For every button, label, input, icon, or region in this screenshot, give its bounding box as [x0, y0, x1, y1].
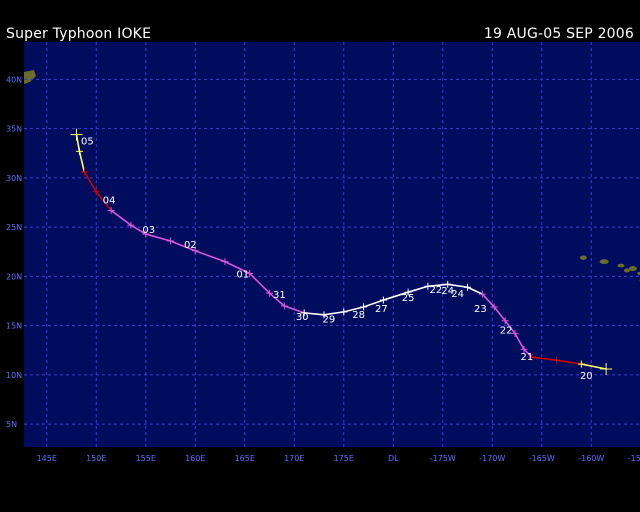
- lon-label-170E: 170E: [284, 454, 304, 463]
- hawaii-island-4: [628, 265, 637, 272]
- day-label-24: 24: [441, 286, 454, 297]
- lon-label-155E: 155E: [136, 454, 156, 463]
- lat-label-25N: 25N: [6, 223, 22, 232]
- hawaii-island-1: [599, 259, 609, 265]
- lon-label-145E: 145E: [37, 454, 57, 463]
- lon-label--175W: -175W: [430, 454, 456, 463]
- lat-label-5N: 5N: [6, 420, 17, 429]
- day-label-20: 20: [580, 371, 593, 382]
- lat-label-15N: 15N: [6, 322, 22, 331]
- day-label-22: 22: [429, 285, 442, 296]
- bottom-bar: [0, 468, 640, 512]
- day-label-02: 02: [184, 240, 197, 251]
- lon-label--165W: -165W: [529, 454, 555, 463]
- lon-label-150E: 150E: [86, 454, 106, 463]
- day-label-04: 04: [103, 196, 116, 207]
- hawaii-island-2: [617, 263, 625, 268]
- hawaii-island-0: [579, 255, 587, 260]
- lat-label-20N: 20N: [6, 272, 22, 281]
- lon-label--160W: -160W: [578, 454, 604, 463]
- ocean-background: [24, 42, 640, 447]
- day-label-22: 22: [500, 326, 513, 337]
- latitude-labels: 40N 35N 30N 25N 20N 15N 10N 5N: [6, 75, 22, 429]
- storm-title: Super Typhoon IOKE: [6, 26, 152, 42]
- day-label-30: 30: [296, 312, 309, 323]
- longitude-labels: 145E 150E 155E 160E 165E 170E 175E DL -175W -170W…: [37, 454, 640, 463]
- lat-label-40N: 40N: [6, 75, 22, 84]
- lon-label-165E: 165E: [235, 454, 255, 463]
- day-label-23: 23: [474, 304, 487, 315]
- lon-label-175E: 175E: [334, 454, 354, 463]
- day-label-25: 25: [402, 293, 415, 304]
- lat-label-35N: 35N: [6, 125, 22, 134]
- lon-label-160E: 160E: [185, 454, 205, 463]
- lon-label--170W: -170W: [479, 454, 505, 463]
- lon-label--155W: -155W: [628, 454, 640, 463]
- typhoon-track-map: Super Typhoon IOKE 19 AUG-05 SEP 2006 40…: [0, 0, 640, 512]
- lat-label-10N: 10N: [6, 371, 22, 380]
- lat-label-30N: 30N: [6, 174, 22, 183]
- map-canvas: 40N 35N 30N 25N 20N 15N 10N 5N 145E 150E 155E 160E…: [6, 42, 640, 463]
- date-range: 19 AUG-05 SEP 2006: [483, 26, 634, 42]
- day-label-05: 05: [81, 136, 94, 147]
- day-label-01: 01: [236, 269, 249, 280]
- day-label-27: 27: [375, 304, 388, 315]
- day-label-28: 28: [352, 310, 365, 321]
- day-label-21: 21: [521, 352, 534, 363]
- day-label-31: 31: [273, 290, 286, 301]
- map-area: 40N 35N 30N 25N 20N 15N 10N 5N 145E 150E 155E 160E…: [0, 42, 640, 468]
- lon-label-DL: DL: [388, 454, 399, 463]
- day-label-03: 03: [142, 225, 155, 236]
- day-label-29: 29: [323, 315, 336, 326]
